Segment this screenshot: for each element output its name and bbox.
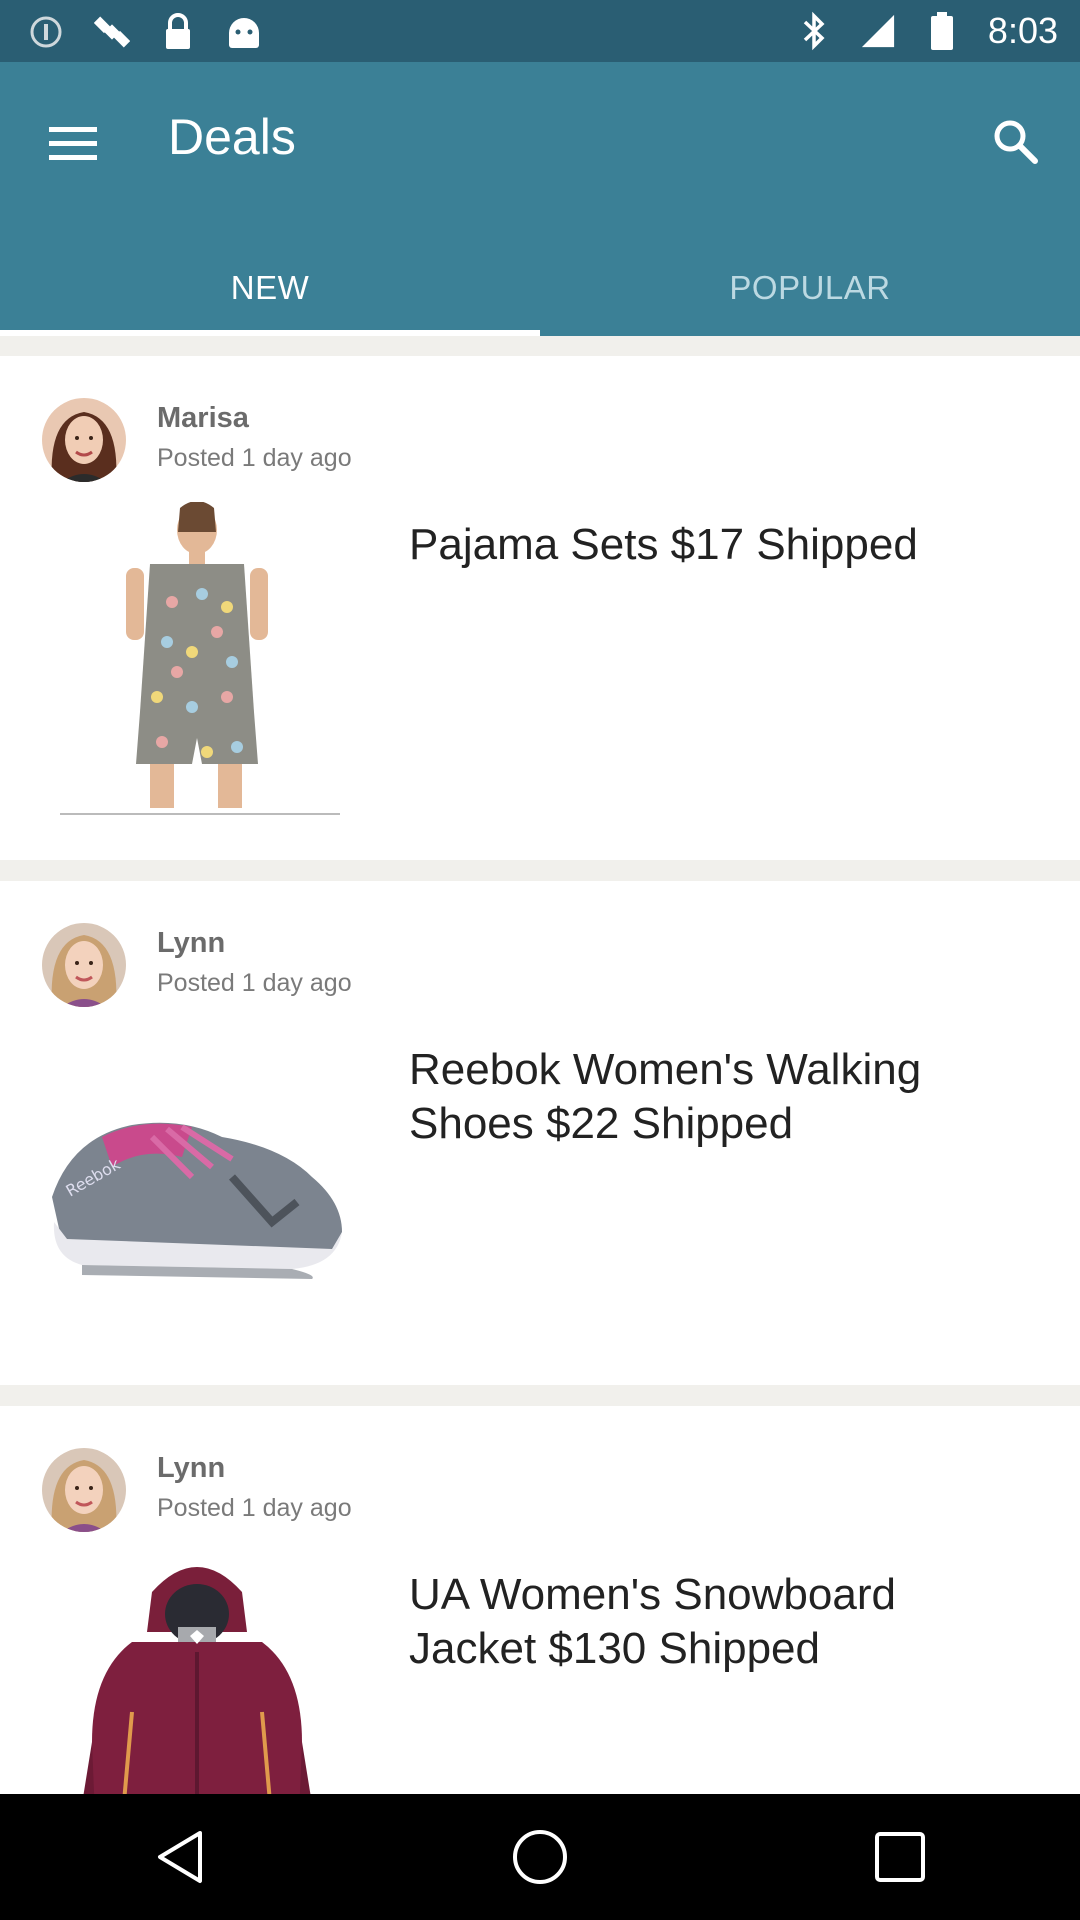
post-time: Posted 1 day ago	[157, 969, 352, 997]
deal-card[interactable]: Marisa Posted 1 day ago Pajama Sets $17 …	[0, 356, 1080, 860]
post-time: Posted 1 day ago	[157, 1494, 352, 1522]
app-bar: Deals NEW POPULAR	[0, 62, 1080, 336]
deal-title[interactable]: UA Women's Snowboard Jacket $130 Shipped	[409, 1568, 1019, 1676]
pajama-set-image[interactable]	[42, 502, 352, 816]
back-icon[interactable]	[135, 1812, 225, 1902]
lock-icon	[160, 12, 196, 52]
deals-feed[interactable]: Marisa Posted 1 day ago Pajama Sets $17 …	[0, 336, 1080, 1794]
snowboard-jacket-image[interactable]	[42, 1552, 352, 1794]
battery-icon	[924, 11, 960, 51]
recents-icon[interactable]	[855, 1812, 945, 1902]
menu-icon[interactable]	[42, 112, 104, 174]
satellite-icon	[94, 12, 130, 52]
search-icon[interactable]	[980, 106, 1050, 176]
system-nav-bar	[0, 1794, 1080, 1920]
avatar	[42, 1448, 126, 1532]
deal-card[interactable]: Lynn Posted 1 day ago UA Women's Snowboa…	[0, 1406, 1080, 1794]
tab-bar: NEW POPULAR	[0, 240, 1080, 336]
deal-card[interactable]: Lynn Posted 1 day ago Reebok Reebok Wome…	[0, 881, 1080, 1385]
post-time: Posted 1 day ago	[157, 444, 352, 472]
author-name: Lynn	[157, 1452, 226, 1484]
bluetooth-icon	[796, 11, 832, 51]
author-name: Lynn	[157, 927, 226, 959]
clock: 8:03	[987, 10, 1058, 51]
walking-shoe-image[interactable]: Reebok	[42, 1027, 352, 1341]
tab-popular[interactable]: POPULAR	[540, 240, 1080, 336]
page-title: Deals	[168, 109, 296, 165]
android-icon	[226, 12, 262, 52]
avatar	[42, 923, 126, 1007]
signal-icon	[860, 11, 896, 51]
notification-icon	[28, 12, 64, 52]
tab-new[interactable]: NEW	[0, 240, 540, 336]
home-icon[interactable]	[495, 1812, 585, 1902]
author-name: Marisa	[157, 402, 249, 434]
avatar	[42, 398, 126, 482]
deal-title[interactable]: Reebok Women's Walking Shoes $22 Shipped	[409, 1043, 1019, 1151]
status-bar: 8:03	[0, 0, 1080, 62]
deal-title[interactable]: Pajama Sets $17 Shipped	[409, 518, 1019, 572]
